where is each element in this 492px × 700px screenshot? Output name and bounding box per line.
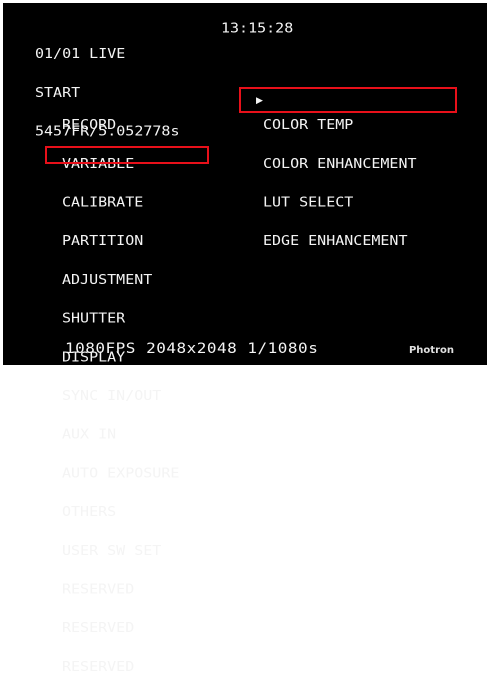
submenu-item-lut-select[interactable]: LUT SELECT: [253, 196, 417, 209]
adjustment-highlight-box: [45, 146, 209, 164]
frame-mode-status: 01/01 LIVE: [35, 46, 126, 62]
color-temp-highlight-box: [239, 87, 457, 113]
menu-item-shutter[interactable]: SHUTTER: [62, 312, 179, 325]
menu-item-reserved-3[interactable]: RESERVED: [62, 660, 179, 674]
camera-osd-screen: 01/01 LIVE START 5457FR/5.052778s 13:15:…: [3, 3, 487, 673]
menu-item-aux-in[interactable]: AUX IN: [62, 428, 179, 441]
submenu-item-edge-enhancement[interactable]: EDGE ENHANCEMENT: [253, 234, 417, 248]
menu-item-reserved-2[interactable]: RESERVED: [62, 621, 179, 635]
menu-item-adjustment[interactable]: ADJUSTMENT: [62, 273, 179, 287]
clock-readout: 13:15:28: [221, 20, 294, 36]
menu-item-others[interactable]: OTHERS: [62, 505, 179, 519]
menu-item-user-sw-set[interactable]: USER SW SET: [62, 544, 179, 558]
menu-item-record[interactable]: RECORD: [62, 118, 179, 132]
menu-item-reserved-1[interactable]: RESERVED: [62, 583, 179, 596]
main-menu: RECORD VARIABLE CALIBRATE PARTITION ADJU…: [62, 93, 179, 699]
submenu-item-color-temp[interactable]: COLOR TEMP: [253, 118, 417, 132]
recording-settings: 1080FPS 2048x2048 1/1080s: [65, 340, 319, 357]
submenu-item-color-enhancement[interactable]: COLOR ENHANCEMENT: [253, 157, 417, 171]
menu-item-auto-exposure[interactable]: AUTO EXPOSURE: [62, 467, 179, 480]
submenu: COLOR TEMP COLOR ENHANCEMENT LUT SELECT …: [253, 93, 417, 274]
brand-logo: Photron: [408, 345, 454, 356]
menu-item-calibrate[interactable]: CALIBRATE: [62, 196, 179, 209]
menu-item-partition[interactable]: PARTITION: [62, 234, 179, 248]
menu-item-sync-in-out[interactable]: SYNC IN/OUT: [62, 389, 179, 403]
